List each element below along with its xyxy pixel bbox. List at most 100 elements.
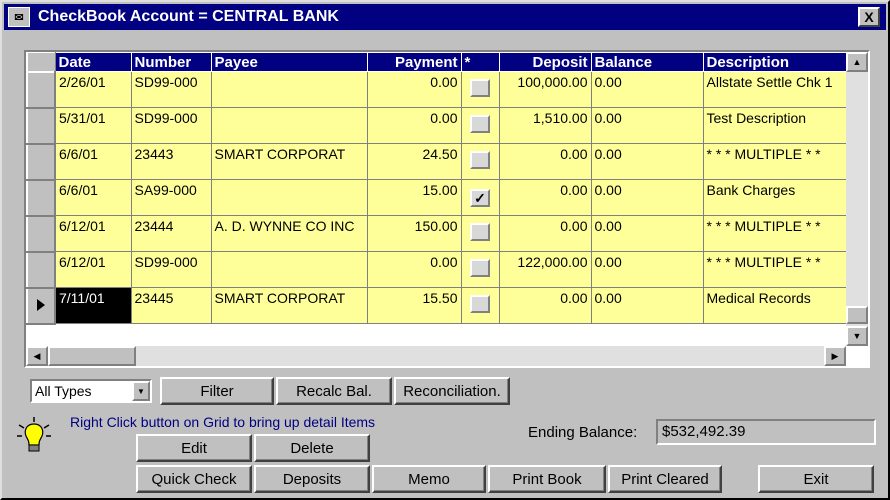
cell-date[interactable]: 6/6/01 — [54, 143, 132, 180]
scroll-right-arrow-icon[interactable]: ▶ — [824, 346, 846, 366]
cell-payee[interactable]: SMART CORPORAT — [210, 143, 368, 180]
cell-balance[interactable]: 0.00 — [590, 71, 704, 108]
close-button[interactable]: X — [858, 7, 880, 27]
cell-date[interactable]: 6/6/01 — [54, 179, 132, 216]
column-header-description[interactable]: Description — [702, 52, 848, 72]
horizontal-scroll-thumb[interactable] — [48, 346, 136, 366]
cell-deposit[interactable]: 0.00 — [498, 143, 592, 180]
cell-deposit[interactable]: 1,510.00 — [498, 107, 592, 144]
cell-date[interactable]: 2/26/01 — [54, 71, 132, 108]
table-row[interactable]: 7/11/01 23445 SMART CORPORAT 15.50 0.00 0.00 M… — [26, 286, 848, 325]
cell-cleared[interactable] — [460, 107, 500, 144]
scroll-up-arrow-icon[interactable]: ▲ — [846, 52, 868, 72]
row-selector[interactable] — [26, 178, 56, 217]
cell-payment[interactable]: 15.50 — [366, 287, 462, 324]
cell-payment[interactable]: 24.50 — [366, 143, 462, 180]
table-row[interactable]: 6/12/01 SD99-000 0.00 122,000.00 0.00 * * * M… — [26, 250, 848, 289]
cell-number[interactable]: 23444 — [130, 215, 212, 252]
cell-date[interactable]: 7/11/01 — [54, 287, 132, 324]
cell-description[interactable]: Medical Records — [702, 287, 848, 324]
cell-date[interactable]: 5/31/01 — [54, 107, 132, 144]
row-selector[interactable] — [26, 106, 56, 145]
cell-description[interactable]: * * * MULTIPLE * * — [702, 215, 848, 252]
filter-button[interactable]: Filter — [160, 377, 274, 405]
cell-balance[interactable]: 0.00 — [590, 251, 704, 288]
cell-deposit[interactable]: 0.00 — [498, 215, 592, 252]
cell-payee[interactable] — [210, 179, 368, 216]
row-selector[interactable] — [26, 250, 56, 289]
vertical-scrollbar[interactable]: ▲ ▼ — [846, 52, 868, 346]
horizontal-scrollbar[interactable]: ◀ ▶ — [26, 346, 846, 366]
column-header-number[interactable]: Number — [130, 52, 212, 72]
cleared-checkbox[interactable] — [470, 259, 490, 277]
exit-button[interactable]: Exit — [758, 465, 874, 493]
cell-balance[interactable]: 0.00 — [590, 215, 704, 252]
print-cleared-button[interactable]: Print Cleared — [608, 465, 722, 493]
cell-balance[interactable]: 0.00 — [590, 143, 704, 180]
cleared-checkbox[interactable]: ✓ — [470, 188, 490, 207]
cell-payee[interactable] — [210, 107, 368, 144]
vertical-scroll-thumb[interactable] — [846, 306, 868, 324]
column-header-balance[interactable]: Balance — [590, 52, 704, 72]
cell-payee[interactable]: SMART CORPORAT — [210, 287, 368, 324]
cell-deposit[interactable]: 122,000.00 — [498, 251, 592, 288]
row-selector[interactable] — [26, 70, 56, 109]
cleared-checkbox[interactable] — [470, 295, 490, 313]
table-row[interactable]: 6/6/01 SA99-000 15.00 ✓ 0.00 0.00 Bank Charges — [26, 178, 848, 217]
scroll-down-arrow-icon[interactable]: ▼ — [846, 326, 868, 346]
cell-number[interactable]: SD99-000 — [130, 107, 212, 144]
cell-cleared[interactable] — [460, 71, 500, 108]
column-header-payee[interactable]: Payee — [210, 52, 368, 72]
transaction-type-select[interactable]: All Types ▼ — [30, 379, 152, 403]
cell-balance[interactable]: 0.00 — [590, 287, 704, 324]
cell-payment[interactable]: 0.00 — [366, 71, 462, 108]
column-header-payment[interactable]: Payment — [366, 52, 462, 72]
table-row[interactable]: 2/26/01 SD99-000 0.00 100,000.00 0.00 Allstat… — [26, 70, 848, 109]
cell-deposit[interactable]: 0.00 — [498, 179, 592, 216]
table-row[interactable]: 6/12/01 23444 A. D. WYNNE CO INC 150.00 0.00… — [26, 214, 848, 253]
table-row[interactable]: 6/6/01 23443 SMART CORPORAT 24.50 0.00 0.00 * … — [26, 142, 848, 181]
cell-payee[interactable] — [210, 251, 368, 288]
cell-number[interactable]: 23445 — [130, 287, 212, 324]
cell-payee[interactable]: A. D. WYNNE CO INC — [210, 215, 368, 252]
quick-check-button[interactable]: Quick Check — [136, 465, 252, 493]
cell-description[interactable]: Bank Charges — [702, 179, 848, 216]
memo-button[interactable]: Memo — [372, 465, 486, 493]
delete-button[interactable]: Delete — [254, 434, 370, 462]
cell-date[interactable]: 6/12/01 — [54, 215, 132, 252]
table-row[interactable]: 5/31/01 SD99-000 0.00 1,510.00 0.00 Test Desc… — [26, 106, 848, 145]
cell-number[interactable]: 23443 — [130, 143, 212, 180]
cell-description[interactable]: Allstate Settle Chk 1 — [702, 71, 848, 108]
column-header-date[interactable]: Date — [54, 52, 132, 72]
cell-payee[interactable] — [210, 71, 368, 108]
scroll-left-arrow-icon[interactable]: ◀ — [26, 346, 48, 366]
row-selector[interactable] — [26, 214, 56, 253]
row-selector[interactable] — [26, 286, 56, 325]
column-header-cleared[interactable]: * — [460, 52, 500, 72]
cell-description[interactable]: * * * MULTIPLE * * — [702, 143, 848, 180]
cleared-checkbox[interactable] — [470, 223, 490, 241]
cell-cleared[interactable]: ✓ — [460, 179, 500, 216]
dropdown-arrow-icon[interactable]: ▼ — [132, 381, 150, 401]
checkbook-grid[interactable]: Date Number Payee Payment * Deposit Bala… — [24, 50, 870, 368]
cleared-checkbox[interactable] — [470, 151, 490, 169]
reconciliation-button[interactable]: Reconciliation. — [394, 377, 510, 405]
recalc-balance-button[interactable]: Recalc Bal. — [276, 377, 392, 405]
cell-deposit[interactable]: 0.00 — [498, 287, 592, 324]
cell-number[interactable]: SD99-000 — [130, 71, 212, 108]
cell-description[interactable]: * * * MULTIPLE * * — [702, 251, 848, 288]
cell-payment[interactable]: 15.00 — [366, 179, 462, 216]
column-header-deposit[interactable]: Deposit — [498, 52, 592, 72]
edit-button[interactable]: Edit — [136, 434, 252, 462]
cell-cleared[interactable] — [460, 251, 500, 288]
deposits-button[interactable]: Deposits — [254, 465, 370, 493]
cell-number[interactable]: SD99-000 — [130, 251, 212, 288]
cell-balance[interactable]: 0.00 — [590, 107, 704, 144]
cell-payment[interactable]: 0.00 — [366, 251, 462, 288]
cell-date[interactable]: 6/12/01 — [54, 251, 132, 288]
cleared-checkbox[interactable] — [470, 115, 490, 133]
cell-balance[interactable]: 0.00 — [590, 179, 704, 216]
cell-description[interactable]: Test Description — [702, 107, 848, 144]
row-selector-header[interactable] — [26, 52, 56, 72]
cell-cleared[interactable] — [460, 215, 500, 252]
